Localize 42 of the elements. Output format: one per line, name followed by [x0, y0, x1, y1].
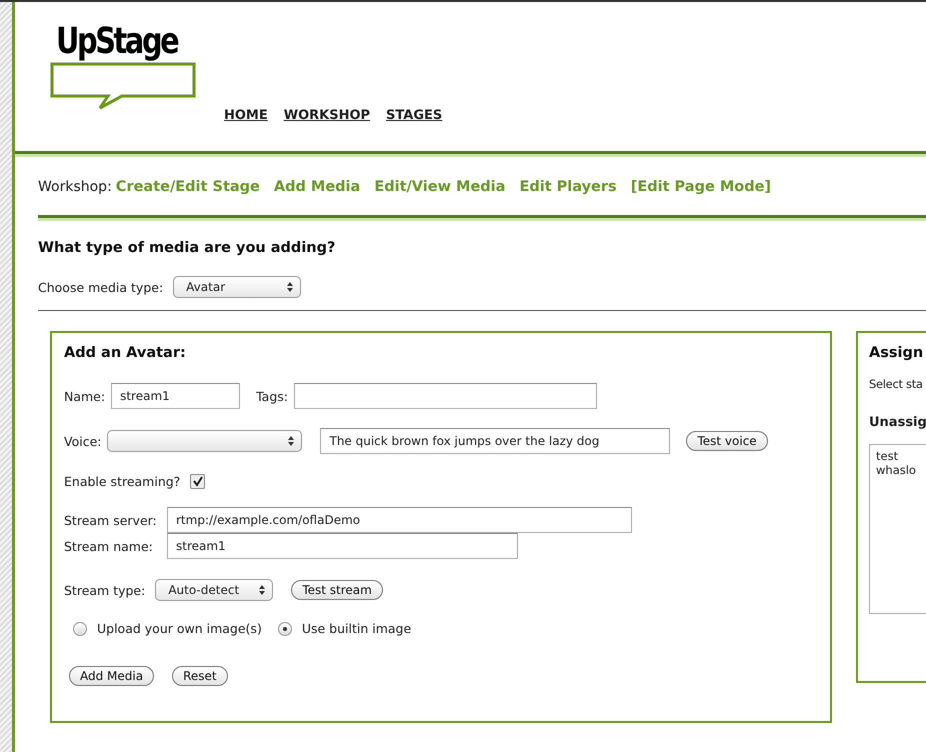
- nav-link[interactable]: HOME: [224, 108, 268, 123]
- speech-bubble-icon: [50, 62, 196, 110]
- stepper-icon: [286, 281, 294, 293]
- panel-text: Select sta: [869, 377, 924, 391]
- test-stream-button[interactable]: Test stream: [291, 580, 383, 600]
- test-voice-button[interactable]: Test voice: [686, 431, 768, 451]
- checkbox[interactable]: [190, 474, 206, 489]
- field-label: Voice:: [64, 434, 102, 448]
- media-type-select[interactable]: Avatar: [173, 276, 302, 298]
- section-heading: What type of media are you adding?: [38, 240, 336, 256]
- breadcrumb-label: Workshop:: [38, 179, 112, 195]
- field-label: Stream name:: [64, 538, 154, 554]
- tags-input[interactable]: [294, 383, 597, 409]
- radio-button[interactable]: [73, 622, 87, 636]
- stepper-icon: [287, 435, 296, 447]
- form-button[interactable]: Reset: [172, 666, 228, 686]
- radio-label: Upload your own image(s): [97, 621, 262, 636]
- list-item[interactable]: test: [876, 449, 926, 463]
- voice-text-input[interactable]: The quick brown fox jumps over the lazy dog: [320, 428, 670, 454]
- stream-type-select[interactable]: Auto-detect: [155, 579, 274, 601]
- radio-label: Use builtin image: [302, 621, 412, 636]
- list-title: Unassig: [869, 415, 926, 430]
- logo[interactable]: UpStage: [56, 22, 178, 62]
- field-label: Stream server:: [64, 512, 155, 528]
- list-item[interactable]: whaslo: [876, 463, 926, 477]
- voice-select[interactable]: [107, 430, 302, 452]
- nav-link[interactable]: STAGES: [386, 108, 442, 123]
- panel-title: Add an Avatar:: [64, 345, 187, 361]
- panel-title: Assign: [869, 345, 924, 361]
- stream-server-input[interactable]: rtmp://example.com/oflaDemo: [167, 507, 632, 533]
- name-input[interactable]: stream1: [111, 383, 240, 409]
- field-label: Stream type:: [64, 582, 146, 598]
- field-label: Choose media type:: [38, 280, 164, 294]
- stage-list[interactable]: test whaslo: [869, 444, 926, 614]
- nav-link[interactable]: WORKSHOP: [284, 108, 370, 123]
- field-label: Enable streaming?: [64, 474, 180, 489]
- stepper-icon: [258, 584, 266, 596]
- field-label: Name:: [64, 388, 106, 404]
- stream-name-input[interactable]: stream1: [167, 533, 518, 559]
- form-button[interactable]: Add Media: [69, 666, 154, 686]
- field-label: Tags:: [256, 388, 288, 404]
- radio-button[interactable]: [278, 622, 292, 636]
